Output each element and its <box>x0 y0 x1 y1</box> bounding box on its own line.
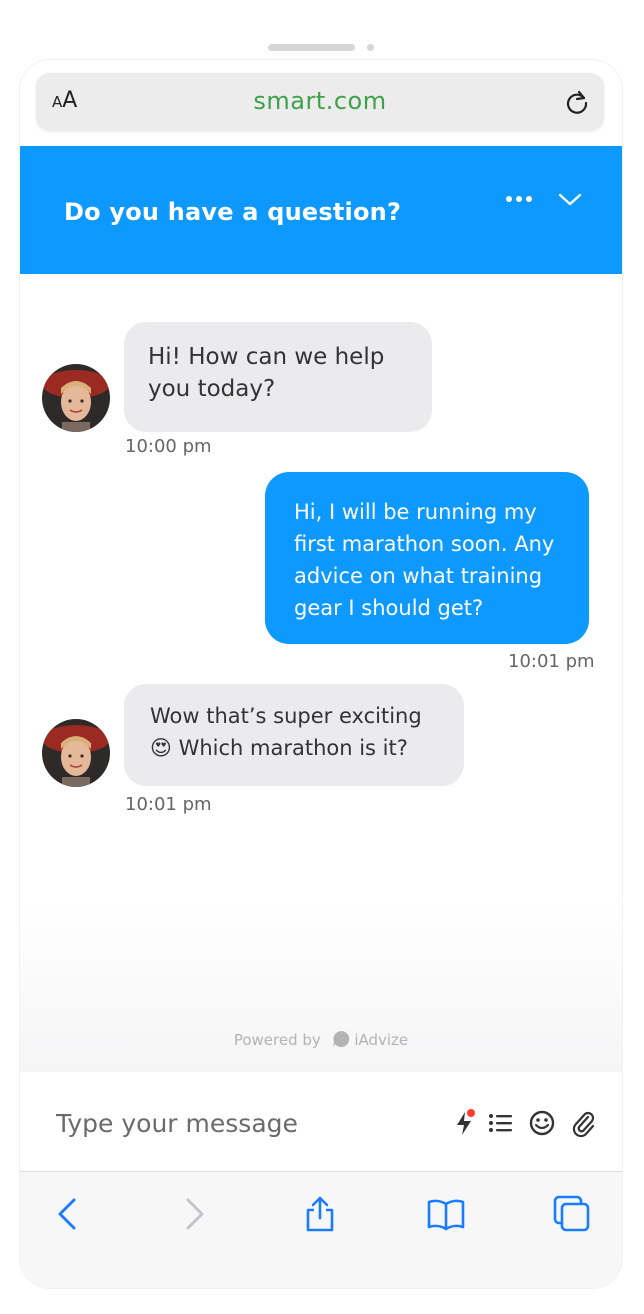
message-time: 10:01 pm <box>125 794 212 815</box>
share-icon[interactable] <box>300 1194 340 1234</box>
paperclip-icon[interactable] <box>568 1108 598 1138</box>
home-indicator <box>268 44 355 51</box>
tabs-icon[interactable] <box>552 1194 592 1234</box>
url-bar[interactable]: AA smart.com <box>36 73 604 131</box>
agent-avatar <box>42 719 110 787</box>
message-time: 10:00 pm <box>125 436 212 457</box>
agent-avatar <box>42 364 110 432</box>
back-icon[interactable] <box>48 1194 88 1234</box>
forward-icon[interactable] <box>174 1194 214 1234</box>
message-input[interactable] <box>54 1108 418 1139</box>
phone-screen: AA smart.com Do you have a question? Hi!… <box>20 60 622 1288</box>
message-bubble: Hi! How can we help you today? <box>124 322 432 432</box>
message-composer <box>20 1072 622 1172</box>
iadvize-logo-icon <box>332 1030 349 1047</box>
powered-by[interactable]: Powered by iAdvize <box>20 1030 622 1049</box>
message-bubble: Wow that’s super exciting 😍 Which marath… <box>124 684 464 786</box>
more-icon[interactable] <box>504 192 534 206</box>
lightning-icon[interactable] <box>450 1108 480 1138</box>
chat-title: Do you have a question? <box>64 198 402 226</box>
url-text[interactable]: smart.com <box>36 87 604 115</box>
emoji-icon[interactable] <box>527 1108 557 1138</box>
powered-by-label: Powered by <box>233 1031 321 1049</box>
chevron-down-icon[interactable] <box>558 190 582 208</box>
browser-toolbar <box>20 1171 622 1288</box>
chat-header: Do you have a question? <box>20 146 622 274</box>
message-bubble: Hi, I will be running my first marathon … <box>265 472 589 644</box>
book-icon[interactable] <box>426 1194 466 1234</box>
brand-name: iAdvize <box>354 1031 409 1049</box>
reload-icon[interactable] <box>564 89 590 115</box>
camera-dot <box>367 44 374 51</box>
chat-body: Hi! How can we help you today? 10:00 pm … <box>20 274 622 1072</box>
message-time: 10:01 pm <box>508 651 595 672</box>
list-icon[interactable] <box>486 1108 516 1138</box>
